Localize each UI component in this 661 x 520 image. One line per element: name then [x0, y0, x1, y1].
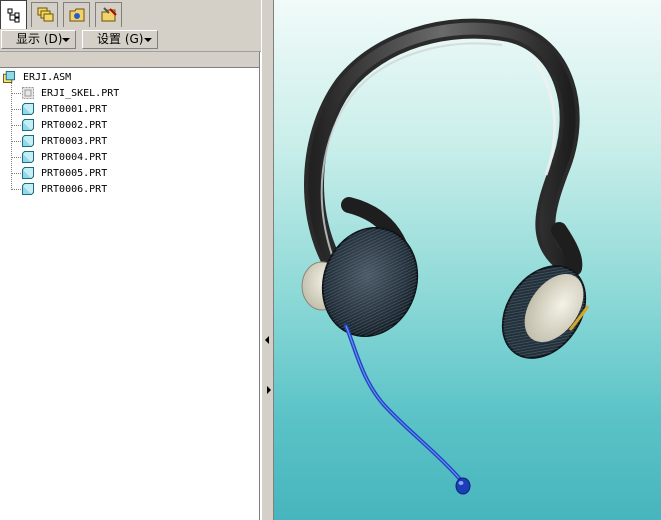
folder-browser-icon	[69, 8, 84, 22]
part-icon	[22, 119, 34, 131]
tree-item-label: PRT0006.PRT	[41, 184, 108, 195]
tree-item-label: PRT0005.PRT	[41, 168, 108, 179]
tab-model-tree[interactable]	[0, 0, 27, 29]
navigator-tab-strip	[0, 0, 261, 30]
headset-3d-model	[301, 18, 590, 495]
tab-layers[interactable]	[31, 2, 58, 27]
tree-item-label: ERJI_SKEL.PRT	[41, 88, 120, 99]
tree-connector	[12, 109, 21, 110]
tree-connector	[12, 141, 21, 142]
settings-menu-label: 设置 (G)	[97, 32, 144, 46]
tab-folder-browser[interactable]	[63, 2, 90, 27]
part-icon	[22, 103, 34, 115]
tree-connector	[12, 189, 21, 190]
expand-right-arrow-icon[interactable]	[267, 386, 271, 394]
layers-icon	[37, 7, 53, 22]
model-tree-panel: 显示 (D) 设置 (G) ERJI.ASM ERJI_SKEL.PRT PRT…	[0, 0, 261, 520]
show-menu-button[interactable]: 显示 (D)	[1, 30, 76, 49]
tree-connector	[12, 173, 21, 174]
tree-filter-bar	[0, 52, 260, 68]
part-icon	[22, 135, 34, 147]
part-icon	[22, 167, 34, 179]
mic-tip-highlight	[458, 481, 464, 485]
tree-item-label: PRT0001.PRT	[41, 104, 108, 115]
tree-item-label: PRT0003.PRT	[41, 136, 108, 147]
model-tree-icon	[7, 8, 19, 23]
chevron-down-icon	[62, 38, 70, 42]
tree-item-label: PRT0002.PRT	[41, 120, 108, 131]
graphics-viewport[interactable]	[274, 0, 661, 520]
tree-root-label: ERJI.ASM	[23, 72, 72, 83]
settings-menu-button[interactable]: 设置 (G)	[82, 30, 158, 49]
mic-boom-wire	[344, 324, 461, 480]
mic-boom-highlight	[345, 325, 460, 479]
tree-connector	[12, 93, 21, 94]
tree-connector	[12, 157, 21, 158]
show-menu-label: 显示 (D)	[16, 32, 63, 46]
favorites-icon	[101, 7, 117, 22]
model-tree-menu-bar: 显示 (D) 设置 (G)	[0, 29, 261, 52]
panel-splitter[interactable]	[261, 0, 274, 520]
tab-favorites[interactable]	[95, 2, 122, 27]
chevron-down-icon	[144, 38, 152, 42]
collapse-left-arrow-icon[interactable]	[265, 336, 269, 344]
part-icon	[22, 151, 34, 163]
skeleton-part-icon	[22, 87, 34, 99]
part-icon	[22, 183, 34, 195]
mic-tip	[455, 477, 471, 495]
tree-connector	[12, 125, 21, 126]
assembly-icon	[3, 71, 15, 83]
tree-item-label: PRT0004.PRT	[41, 152, 108, 163]
model-tree: ERJI.ASM ERJI_SKEL.PRT PRT0001.PRT PRT00…	[0, 68, 260, 520]
